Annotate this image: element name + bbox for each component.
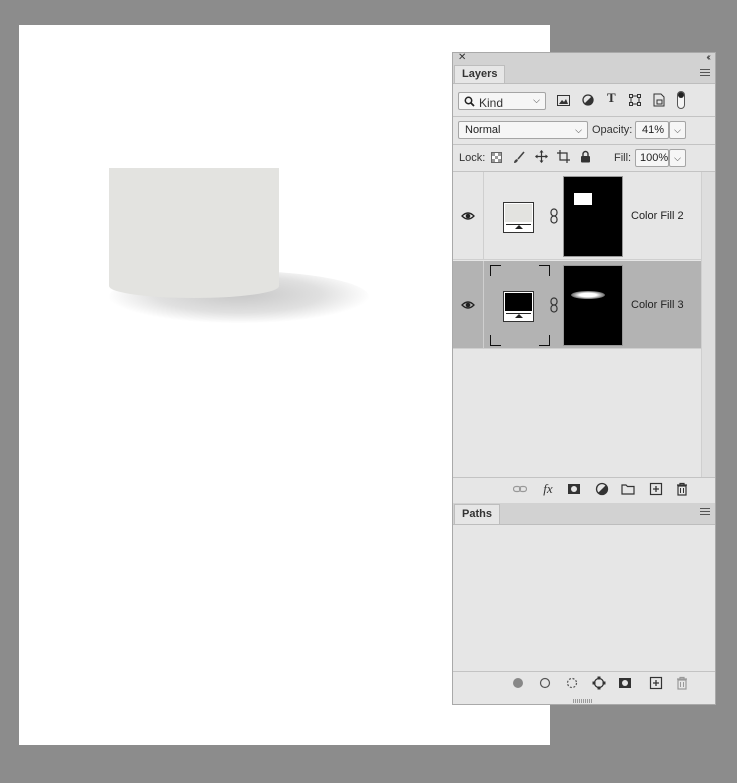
filter-toggle[interactable]	[677, 91, 685, 109]
tab-paths[interactable]: Paths	[454, 504, 500, 524]
type-filter-icon[interactable]: T	[607, 91, 616, 105]
collapse-icon[interactable]: ‹‹	[706, 53, 710, 63]
adjustment-filter-icon[interactable]	[582, 94, 594, 106]
new-path-icon[interactable]	[649, 676, 663, 690]
eye-icon[interactable]	[461, 209, 475, 223]
color-fill-icon	[503, 202, 534, 233]
triangle-marker	[515, 225, 523, 229]
fill-swatch	[505, 293, 532, 311]
link-layers-icon[interactable]	[513, 482, 527, 496]
paths-toolbar	[453, 671, 715, 696]
fx-icon[interactable]: fx	[541, 482, 555, 496]
chain-link-icon[interactable]	[550, 296, 558, 314]
filter-row: Kind ⌵ T	[453, 84, 715, 116]
chevron-down-icon: ⌵	[575, 125, 582, 135]
fill-input[interactable]: 100%	[635, 149, 669, 167]
chain-link-icon[interactable]	[550, 207, 558, 225]
chevron-down-icon: ⌵	[674, 153, 681, 163]
layer-thumbnail[interactable]	[490, 265, 550, 346]
mask-white-shape	[574, 193, 592, 205]
chevron-down-icon: ⌵	[674, 125, 681, 135]
fill-path-icon[interactable]	[511, 676, 525, 690]
fill-label: Fill:	[614, 152, 632, 164]
smart-object-filter-icon[interactable]	[653, 93, 665, 107]
layer-mask-thumbnail[interactable]	[563, 176, 623, 257]
close-icon[interactable]: ✕	[458, 53, 466, 63]
panel-menu-icon[interactable]	[700, 69, 710, 77]
filter-kind-select[interactable]: Kind ⌵	[458, 92, 546, 110]
opacity-value: 41%	[642, 124, 665, 136]
layer-name[interactable]: Color Fill 2	[631, 209, 684, 223]
blend-row: Normal ⌵ Opacity: 41% ⌵	[453, 117, 715, 144]
lock-all-icon[interactable]	[580, 150, 591, 163]
shape-filter-icon[interactable]	[629, 94, 641, 106]
add-vector-mask-icon[interactable]	[618, 676, 632, 690]
layer-row-color-fill-3[interactable]: Color Fill 3	[453, 261, 701, 349]
trash-icon[interactable]	[675, 482, 689, 496]
fill-dropdown[interactable]: ⌵	[669, 149, 686, 167]
make-work-path-icon[interactable]	[592, 676, 606, 690]
fill-swatch	[505, 204, 532, 222]
cylinder-shape	[109, 168, 279, 298]
adjustment-layer-icon[interactable]	[595, 482, 609, 496]
color-fill-icon	[503, 291, 534, 322]
fill-value: 100%	[640, 152, 669, 164]
panel-menu-icon[interactable]	[700, 508, 710, 516]
pixel-filter-icon[interactable]	[557, 95, 570, 106]
lock-transparent-icon[interactable]	[491, 152, 502, 163]
opacity-input[interactable]: 41%	[635, 121, 669, 139]
opacity-label: Opacity:	[592, 124, 633, 136]
load-selection-icon[interactable]	[565, 676, 579, 690]
search-icon	[464, 96, 475, 107]
tab-layers[interactable]: Layers	[454, 65, 506, 83]
blend-mode-select[interactable]: Normal ⌵	[458, 121, 588, 139]
folder-icon[interactable]	[621, 482, 635, 496]
opacity-dropdown[interactable]: ⌵	[669, 121, 686, 139]
add-mask-icon[interactable]	[567, 482, 581, 496]
layer-row-color-fill-2[interactable]: Color Fill 2	[453, 172, 701, 260]
layer-thumbnail[interactable]	[490, 176, 550, 257]
layers-panel: ✕ ‹‹ Layers Kind ⌵ T Normal ⌵ Opacity: 4…	[452, 52, 716, 705]
layers-tab-row: Layers	[453, 64, 715, 84]
lock-paint-brush-icon[interactable]	[513, 151, 525, 164]
lock-label: Lock:	[459, 152, 486, 164]
lock-move-icon[interactable]	[535, 150, 548, 163]
layers-toolbar: fx	[453, 477, 715, 502]
chevron-down-icon: ⌵	[533, 95, 540, 105]
layer-mask-thumbnail[interactable]	[563, 265, 623, 346]
layers-list: Color Fill 2 Color Fill 3	[453, 172, 701, 477]
trash-icon[interactable]	[675, 676, 689, 690]
mask-soft-ellipse	[571, 291, 605, 299]
triangle-marker	[515, 314, 523, 318]
resize-grip[interactable]	[573, 699, 593, 703]
paths-list	[453, 525, 715, 671]
lock-artboard-icon[interactable]	[557, 150, 570, 163]
eye-icon[interactable]	[461, 298, 475, 312]
paths-tab-row: Paths	[453, 503, 715, 525]
stroke-path-icon[interactable]	[538, 676, 552, 690]
new-layer-icon[interactable]	[649, 482, 663, 496]
layers-scrollbar[interactable]	[701, 172, 715, 477]
blend-mode-value: Normal	[465, 124, 501, 136]
filter-kind-label: Kind	[479, 96, 504, 110]
lock-row: Lock: Fill: 100% ⌵	[453, 145, 715, 172]
layer-name[interactable]: Color Fill 3	[631, 298, 684, 312]
